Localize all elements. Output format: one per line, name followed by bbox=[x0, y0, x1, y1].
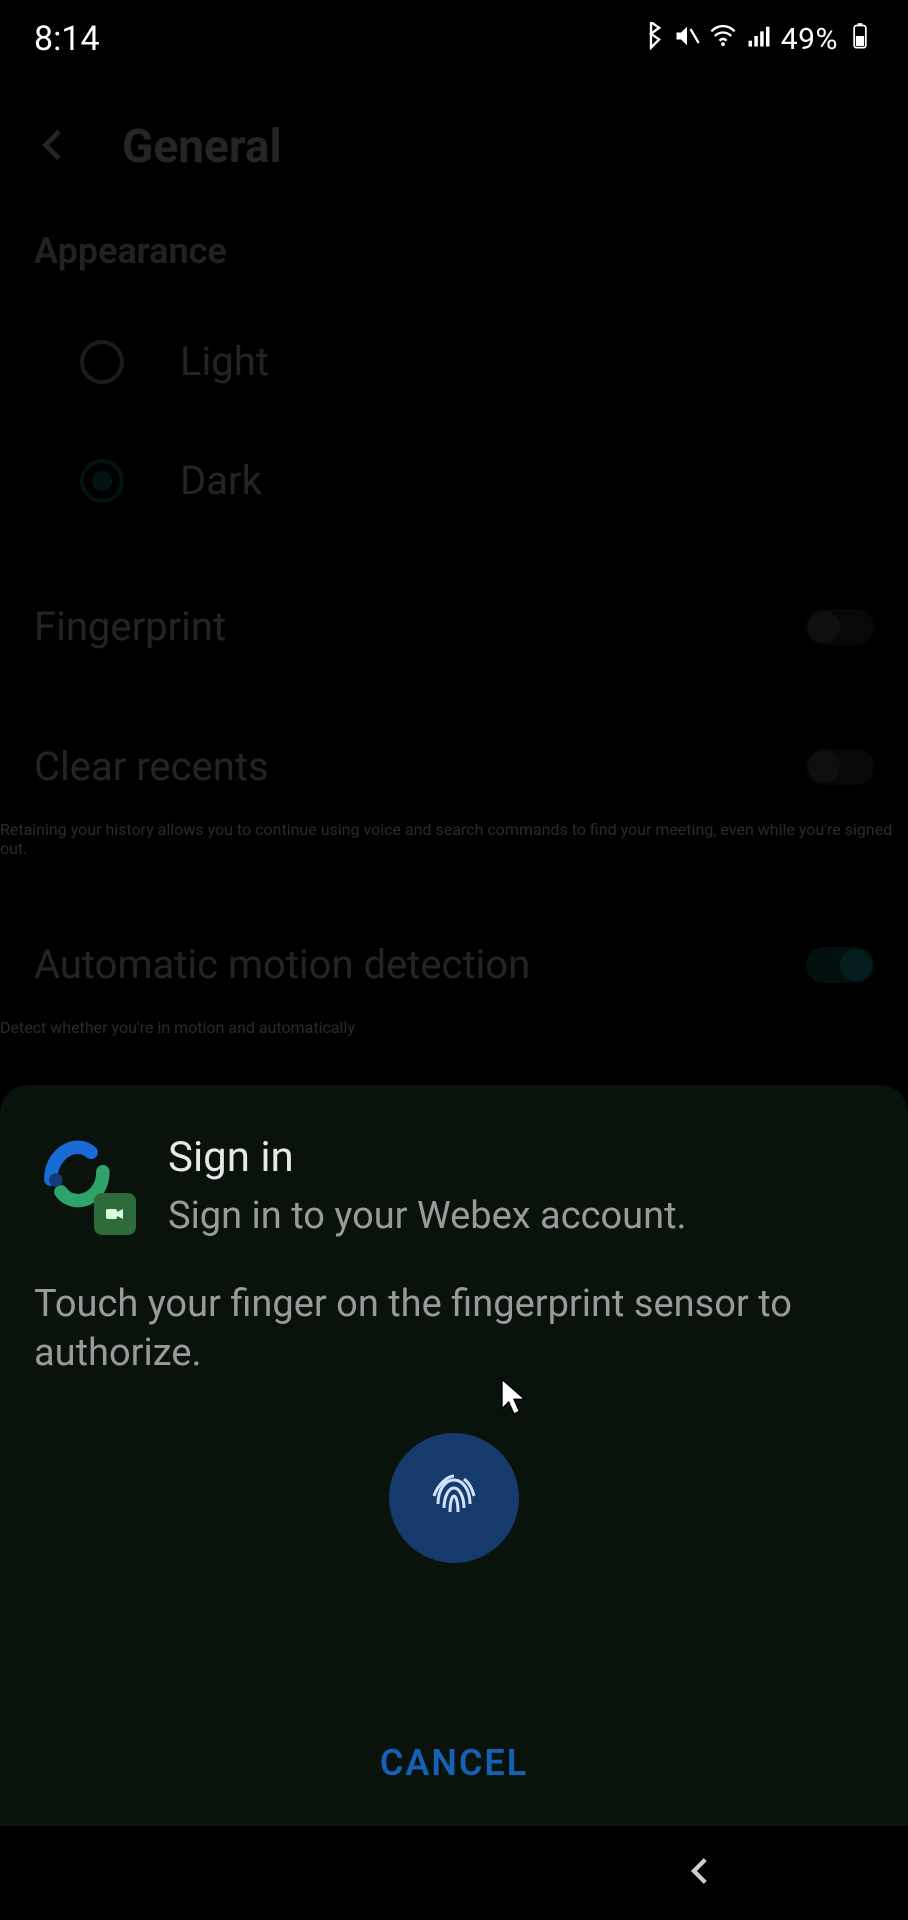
wifi-icon bbox=[709, 19, 737, 59]
setting-title: Automatic motion detection bbox=[34, 941, 530, 988]
fingerprint-sensor-button[interactable] bbox=[389, 1433, 519, 1563]
webex-app-icon bbox=[34, 1133, 130, 1229]
android-nav-bar bbox=[0, 1826, 908, 1920]
toggle-switch[interactable] bbox=[806, 609, 874, 645]
back-icon[interactable] bbox=[34, 125, 74, 169]
radio-icon bbox=[80, 459, 124, 503]
divider bbox=[0, 904, 908, 905]
page-title: General bbox=[122, 120, 282, 174]
clear-recents-row[interactable]: Clear recents Retaining your history all… bbox=[0, 707, 908, 878]
radio-label: Light bbox=[180, 338, 269, 385]
divider bbox=[0, 566, 908, 567]
setting-title: Fingerprint bbox=[34, 603, 226, 650]
appearance-option-dark[interactable]: Dark bbox=[0, 421, 908, 540]
status-time: 8:14 bbox=[34, 19, 100, 59]
modal-instruction: Touch your finger on the fingerprint sen… bbox=[34, 1280, 874, 1379]
setting-description: Detect whether you're in motion and auto… bbox=[0, 1018, 908, 1037]
setting-description: Retaining your history allows you to con… bbox=[0, 820, 908, 858]
cancel-button[interactable]: CANCEL bbox=[380, 1708, 528, 1804]
battery-percent: 49% bbox=[781, 22, 838, 57]
battery-icon bbox=[846, 19, 874, 59]
fingerprint-toggle-row[interactable]: Fingerprint bbox=[0, 567, 908, 680]
toggle-switch[interactable] bbox=[806, 749, 874, 785]
signal-icon bbox=[745, 19, 773, 59]
appearance-option-light[interactable]: Light bbox=[0, 302, 908, 421]
nav-back-icon[interactable] bbox=[684, 1854, 718, 1892]
modal-title: Sign in bbox=[168, 1133, 687, 1182]
status-bar: 8:14 49% bbox=[0, 0, 908, 78]
appearance-section-label: Appearance bbox=[0, 204, 908, 302]
video-badge-icon bbox=[94, 1193, 136, 1235]
divider bbox=[0, 706, 908, 707]
fingerprint-signin-modal: Sign in Sign in to your Webex account. T… bbox=[0, 1085, 908, 1826]
modal-subtitle: Sign in to your Webex account. bbox=[168, 1194, 687, 1238]
fingerprint-icon bbox=[422, 1464, 486, 1532]
mute-vibrate-icon bbox=[673, 19, 701, 59]
motion-detection-row[interactable]: Automatic motion detection Detect whethe… bbox=[0, 905, 908, 1057]
setting-title: Clear recents bbox=[34, 743, 269, 790]
radio-icon bbox=[80, 340, 124, 384]
bluetooth-icon bbox=[637, 19, 665, 59]
radio-label: Dark bbox=[180, 457, 262, 504]
toggle-switch[interactable] bbox=[806, 947, 874, 983]
